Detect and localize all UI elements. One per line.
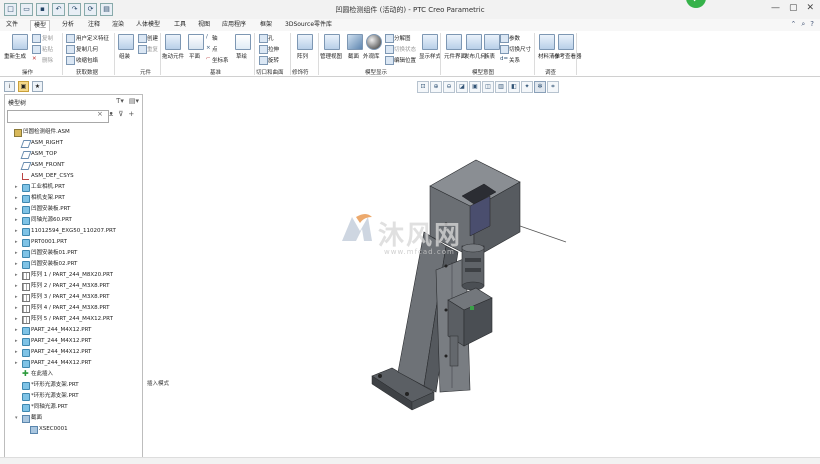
cable xyxy=(519,225,567,243)
watermark-logo-icon xyxy=(342,214,372,241)
watermark-url: www.mfcad.com xyxy=(384,248,455,256)
watermark-brand: 沐风网 xyxy=(378,221,463,251)
